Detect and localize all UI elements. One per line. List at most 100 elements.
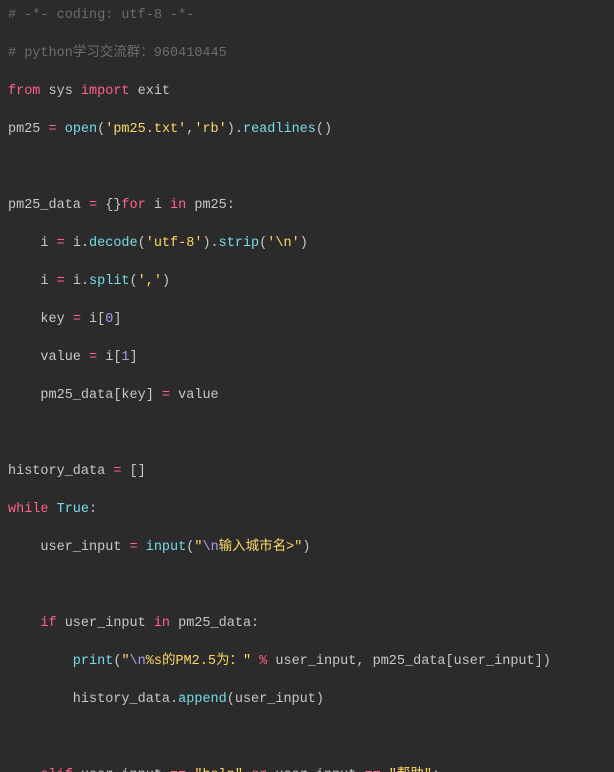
escape: \n: [130, 654, 146, 669]
identifier: user_input, pm25_data[user_input]): [275, 654, 550, 669]
blank-line: [8, 576, 606, 595]
operator: ==: [364, 768, 388, 772]
identifier: pm25:: [186, 198, 235, 213]
brackets: []: [130, 464, 146, 479]
identifier: value: [8, 350, 89, 365]
paren: ).: [202, 236, 218, 251]
number: 1: [121, 350, 129, 365]
code-line: key = i[0]: [8, 310, 606, 329]
keyword-from: from: [8, 84, 40, 99]
code-line: user_input = input("\n输入城市名>"): [8, 538, 606, 557]
code-line: elif user_input == "help" or user_input …: [8, 766, 606, 772]
code-editor[interactable]: # -*- coding: utf-8 -*- # python学习交流群：96…: [0, 0, 614, 772]
paren: (user_input): [227, 692, 324, 707]
operator: =: [49, 122, 65, 137]
string: 'utf-8': [146, 236, 203, 251]
identifier: i[: [105, 350, 121, 365]
comment-text: # -*- coding: utf-8 -*-: [8, 8, 194, 23]
identifier: pm25_data: [8, 198, 89, 213]
keyword-in: in: [154, 616, 170, 631]
identifier: user_input: [57, 616, 154, 631]
method: decode: [89, 236, 138, 251]
code-line: value = i[1]: [8, 348, 606, 367]
identifier: pm25_data:: [170, 616, 259, 631]
identifier: i: [146, 198, 170, 213]
code-line: pm25_data[key] = value: [8, 386, 606, 405]
identifier: user_input: [73, 768, 170, 772]
identifier: i: [8, 236, 57, 251]
builtin-print: print: [8, 654, 113, 669]
method: append: [178, 692, 227, 707]
identifier: pm25_data[key]: [8, 388, 162, 403]
identifier: pm25: [8, 122, 49, 137]
bracket: ]: [113, 312, 121, 327]
keyword-while: while: [8, 502, 57, 517]
operator: =: [130, 540, 146, 555]
code-line: i = i.split(','): [8, 272, 606, 291]
builtin-input: input: [146, 540, 187, 555]
identifier: user_input: [267, 768, 364, 772]
operator: =: [73, 312, 89, 327]
braces: {}: [105, 198, 121, 213]
string: 'pm25.txt': [105, 122, 186, 137]
keyword-if: if: [8, 616, 57, 631]
code-line: # -*- coding: utf-8 -*-: [8, 6, 606, 25]
operator: =: [57, 236, 73, 251]
identifier: i.: [73, 274, 89, 289]
method: readlines: [243, 122, 316, 137]
operator: =: [162, 388, 178, 403]
paren: ).: [227, 122, 243, 137]
identifier: history_data.: [8, 692, 178, 707]
paren: ): [162, 274, 170, 289]
module-name: sys: [40, 84, 81, 99]
code-line: history_data = []: [8, 462, 606, 481]
builtin-open: open: [65, 122, 97, 137]
identifier: history_data: [8, 464, 113, 479]
operator: %: [251, 654, 275, 669]
code-line: history_data.append(user_input): [8, 690, 606, 709]
code-line: pm25_data = {}for i in pm25:: [8, 196, 606, 215]
keyword-import: import: [81, 84, 130, 99]
string: 输入城市名>": [219, 540, 303, 555]
string: '\n': [267, 236, 299, 251]
paren: (: [138, 236, 146, 251]
escape: \n: [202, 540, 218, 555]
string: %s的PM2.5为：": [146, 654, 251, 669]
identifier: key: [8, 312, 73, 327]
identifier: value: [178, 388, 219, 403]
identifier: user_input: [8, 540, 130, 555]
comment-text: # python学习交流群：960410445: [8, 46, 227, 61]
code-line: from sys import exit: [8, 82, 606, 101]
bracket: ]: [130, 350, 138, 365]
code-line: pm25 = open('pm25.txt','rb').readlines(): [8, 120, 606, 139]
string: ',': [138, 274, 162, 289]
code-line: print("\n%s的PM2.5为：" % user_input, pm25_…: [8, 652, 606, 671]
import-name: exit: [130, 84, 171, 99]
const-true: True: [57, 502, 89, 517]
blank-line: [8, 424, 606, 443]
code-line: i = i.decode('utf-8').strip('\n'): [8, 234, 606, 253]
colon: :: [89, 502, 97, 517]
paren: (: [130, 274, 138, 289]
operator: =: [89, 350, 105, 365]
paren: ): [300, 236, 308, 251]
keyword-for: for: [121, 198, 145, 213]
identifier: i: [8, 274, 57, 289]
identifier: i[: [89, 312, 105, 327]
operator: =: [113, 464, 129, 479]
colon: :: [432, 768, 440, 772]
blank-line: [8, 158, 606, 177]
string: ": [121, 654, 129, 669]
keyword-or: or: [243, 768, 267, 772]
string: "help": [194, 768, 243, 772]
code-line: while True:: [8, 500, 606, 519]
operator: ==: [170, 768, 194, 772]
method: strip: [219, 236, 260, 251]
string: 'rb': [194, 122, 226, 137]
paren: (): [316, 122, 332, 137]
code-line: # python学习交流群：960410445: [8, 44, 606, 63]
keyword-elif: elif: [8, 768, 73, 772]
method: split: [89, 274, 130, 289]
blank-line: [8, 728, 606, 747]
paren: ): [302, 540, 310, 555]
